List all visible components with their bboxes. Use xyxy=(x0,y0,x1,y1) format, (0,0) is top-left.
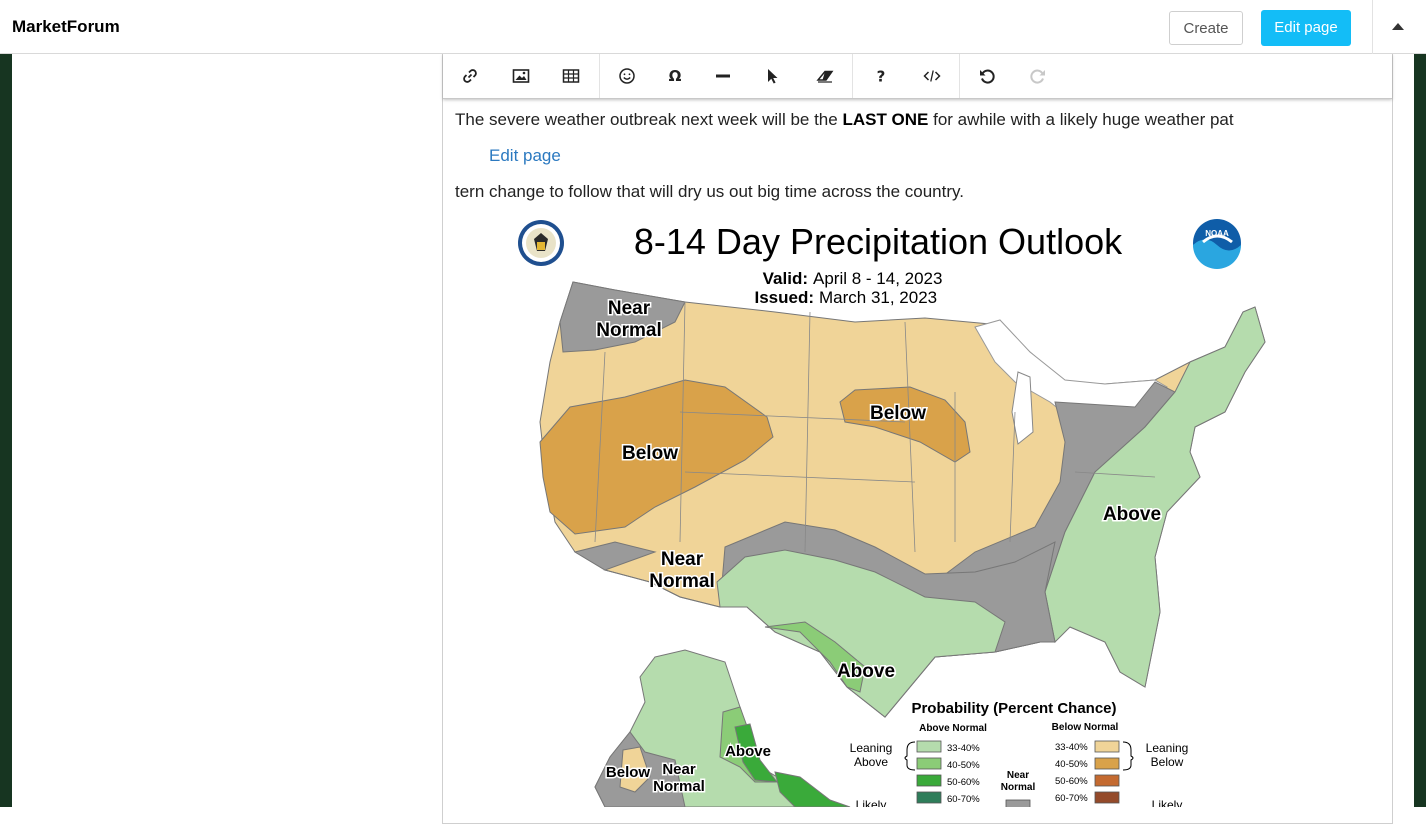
legend-above-bin: 60-70% xyxy=(947,794,980,805)
noaa-text: NOAA xyxy=(1205,229,1229,238)
right-edge-strip xyxy=(1414,0,1426,807)
commerce-seal-icon xyxy=(518,220,564,266)
pointer-icon[interactable] xyxy=(759,64,785,88)
label-near-normal-sw: Near xyxy=(661,549,704,570)
legend-swatch-below-60 xyxy=(1094,791,1120,804)
legend-title: Probability (Percent Chance) xyxy=(911,700,1116,717)
legend-leaning-below: Below xyxy=(1151,755,1184,769)
legend-below-bin: 50-60% xyxy=(1055,776,1088,787)
label-below-alaska: Below xyxy=(606,764,651,781)
precipitation-outlook-image: NOAA 8-14 Day Precipitation Outlook Vali… xyxy=(455,212,1285,807)
editor-toolbar: Ω ? xyxy=(443,54,1392,99)
legend-near-normal: Near xyxy=(1007,770,1029,781)
toolbar-separator xyxy=(599,54,600,98)
create-button[interactable]: Create xyxy=(1169,11,1243,45)
issued-value: March 31, 2023 xyxy=(819,288,937,307)
toolbar-separator xyxy=(852,54,853,98)
svg-text:?: ? xyxy=(877,68,886,86)
undo-icon[interactable] xyxy=(974,64,1000,88)
noaa-logo-icon: NOAA xyxy=(1193,219,1241,269)
link-icon[interactable] xyxy=(457,64,483,88)
legend-swatch-near-normal xyxy=(1005,799,1031,807)
label-near-normal-alaska: Normal xyxy=(653,778,705,795)
legend-swatch-above-33 xyxy=(916,740,942,753)
collapse-caret-icon[interactable] xyxy=(1392,23,1404,30)
map-legend: Probability (Percent Chance) Above Norma… xyxy=(850,700,1189,807)
image-icon[interactable] xyxy=(508,64,534,88)
valid-value: April 8 - 14, 2023 xyxy=(813,269,942,288)
legend-swatch-below-50 xyxy=(1094,774,1120,787)
alaska-map xyxy=(594,649,851,807)
map-title: 8-14 Day Precipitation Outlook xyxy=(634,221,1123,262)
top-navbar: MarketForum Create Edit page xyxy=(0,0,1426,54)
legend-above-header: Above Normal xyxy=(919,723,987,734)
label-near-normal-nw: Near xyxy=(608,298,651,319)
legend-likely-left: Likely xyxy=(856,798,887,807)
legend-above-bin: 40-50% xyxy=(947,760,980,771)
label-above-south: Above xyxy=(837,661,895,682)
label-above-east: Above xyxy=(1103,504,1161,525)
legend-near-normal: Normal xyxy=(1001,782,1036,793)
legend-likely-right: Likely xyxy=(1152,798,1183,807)
label-near-normal-alaska: Near xyxy=(662,761,696,778)
site-logo[interactable]: MarketForum xyxy=(12,17,120,37)
legend-above-bin: 50-60% xyxy=(947,777,980,788)
eraser-icon[interactable] xyxy=(812,64,838,88)
label-near-normal-sw: Normal xyxy=(649,571,714,592)
paragraph-text: The severe weather outbreak next week wi… xyxy=(455,110,843,129)
conus-map xyxy=(539,281,1266,718)
help-icon[interactable]: ? xyxy=(868,64,894,88)
content-paragraph-1[interactable]: The severe weather outbreak next week wi… xyxy=(455,110,1234,130)
legend-swatch-above-50 xyxy=(916,774,942,787)
legend-below-bin: 60-70% xyxy=(1055,793,1088,804)
paragraph-text: for awhile with a likely huge weather pa… xyxy=(928,110,1234,129)
emoji-icon[interactable] xyxy=(614,64,640,88)
code-icon[interactable] xyxy=(919,64,945,88)
legend-below-bin: 33-40% xyxy=(1055,742,1088,753)
content-paragraph-2[interactable]: tern change to follow that will dry us o… xyxy=(455,182,964,202)
toolbar-separator xyxy=(959,54,960,98)
left-edge-strip xyxy=(0,0,12,807)
table-icon[interactable] xyxy=(558,64,584,88)
valid-label: Valid: xyxy=(763,269,808,288)
label-near-normal-nw: Normal xyxy=(596,320,661,341)
edit-page-button[interactable]: Edit page xyxy=(1261,10,1351,46)
legend-leaning-below: Leaning xyxy=(1146,741,1189,755)
legend-leaning-above: Above xyxy=(854,755,888,769)
bold-text: LAST ONE xyxy=(842,110,929,129)
label-below-north: Below xyxy=(870,403,926,424)
legend-swatch-above-60 xyxy=(916,791,942,804)
horizontal-rule-icon[interactable] xyxy=(710,64,736,88)
legend-swatch-above-40 xyxy=(916,757,942,770)
legend-below-header: Below Normal xyxy=(1052,722,1119,733)
issued-label: Issued: xyxy=(754,288,814,307)
label-below-west: Below xyxy=(622,443,678,464)
navbar-divider xyxy=(1372,0,1373,54)
legend-above-bin: 33-40% xyxy=(947,743,980,754)
legend-below-bin: 40-50% xyxy=(1055,759,1088,770)
legend-swatch-below-40 xyxy=(1094,757,1120,770)
redo-icon[interactable] xyxy=(1025,64,1051,88)
legend-swatch-below-33 xyxy=(1094,740,1120,753)
omega-icon[interactable]: Ω xyxy=(662,64,688,88)
label-above-alaska: Above xyxy=(725,743,771,760)
inline-edit-page-link[interactable]: Edit page xyxy=(489,146,561,166)
svg-text:Ω: Ω xyxy=(669,67,682,85)
legend-leaning-above: Leaning xyxy=(850,741,893,755)
